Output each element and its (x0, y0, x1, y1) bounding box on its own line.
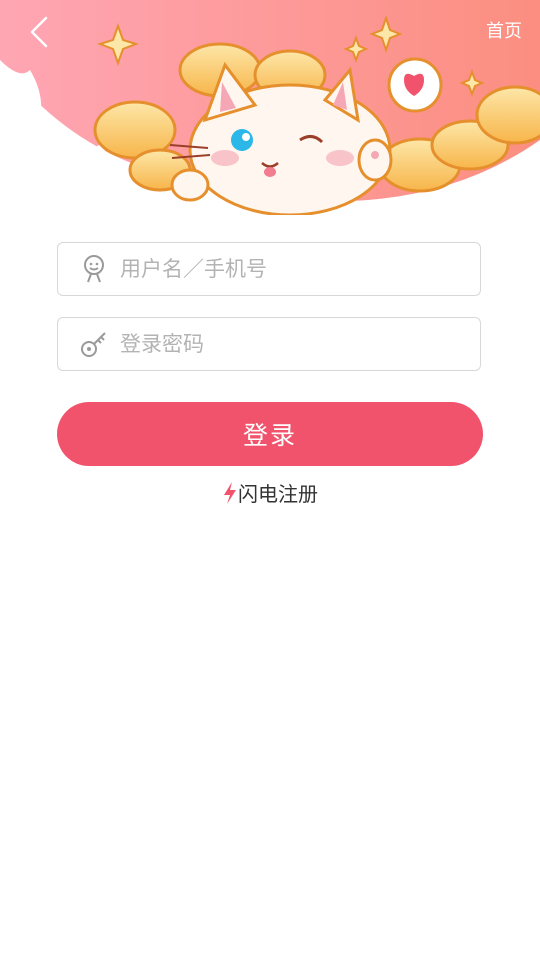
password-input[interactable] (118, 323, 480, 365)
username-field[interactable] (57, 242, 481, 296)
login-button[interactable]: 登录 (57, 402, 483, 466)
key-icon (74, 327, 114, 361)
banner-illustration (0, 0, 540, 217)
password-field[interactable] (57, 317, 481, 371)
register-label: 闪电注册 (238, 482, 318, 506)
user-icon (74, 252, 114, 286)
username-input[interactable] (118, 248, 480, 290)
register-link[interactable]: 闪电注册 (0, 478, 540, 507)
header-banner: 首页 (0, 0, 540, 217)
chevron-left-icon (30, 16, 48, 48)
lightning-icon (224, 481, 236, 504)
home-link[interactable]: 首页 (486, 17, 522, 43)
back-button[interactable] (22, 14, 56, 50)
